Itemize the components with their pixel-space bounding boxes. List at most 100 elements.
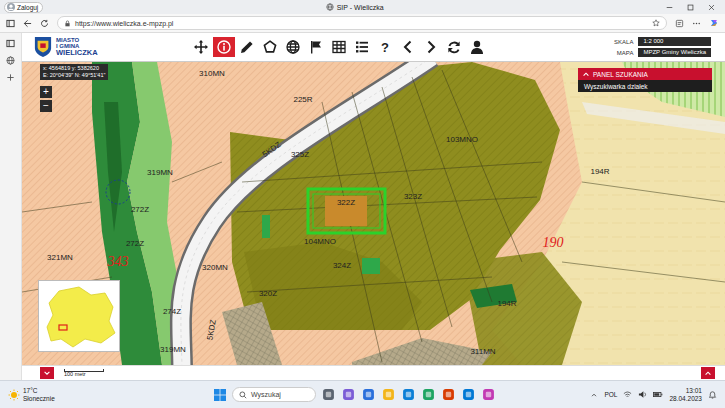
tool-button[interactable] xyxy=(236,37,258,57)
speaker-icon[interactable] xyxy=(638,390,647,399)
sidebar-toggle-icon[interactable] xyxy=(6,19,15,28)
expand-top-button[interactable] xyxy=(701,367,715,379)
zoom-in-button[interactable]: + xyxy=(40,86,52,98)
zone-label[interactable]: 322Z xyxy=(337,199,355,207)
add-icon[interactable] xyxy=(6,73,15,82)
notifications-icon[interactable] xyxy=(708,390,717,399)
tool-button[interactable] xyxy=(397,37,419,57)
minimize-icon[interactable] xyxy=(666,4,673,11)
app-8-icon[interactable] xyxy=(482,388,495,401)
tool-button[interactable] xyxy=(282,37,304,57)
zone-label[interactable]: 225R xyxy=(293,96,312,104)
tool-12-icon[interactable] xyxy=(470,40,484,54)
taskbar-search[interactable]: Wyszukaj xyxy=(232,387,316,402)
zoom-out-button[interactable]: − xyxy=(40,100,52,112)
wifi-icon[interactable] xyxy=(623,390,632,399)
zone-label[interactable]: 103MNO xyxy=(446,136,478,144)
zone-label[interactable]: 272Z xyxy=(131,206,149,214)
scale-value[interactable]: 1:2 000 xyxy=(638,37,711,46)
globe-icon[interactable] xyxy=(6,56,15,65)
app-7-icon[interactable] xyxy=(462,388,475,401)
expand-bottom-button[interactable] xyxy=(40,367,54,379)
tool-button[interactable] xyxy=(190,37,212,57)
zone-label[interactable]: 320Z xyxy=(259,290,277,298)
zone-label[interactable]: 310MN xyxy=(199,70,225,78)
tool-6-icon[interactable] xyxy=(332,40,346,54)
maximize-icon[interactable] xyxy=(687,4,694,11)
map-select[interactable]: MPZP Gminy Wieliczka xyxy=(638,48,711,57)
battery-icon[interactable] xyxy=(653,390,663,399)
zone-label[interactable]: 104MNO xyxy=(304,238,336,246)
help-glyph[interactable]: ? xyxy=(381,40,389,55)
zone-label[interactable]: 190 xyxy=(543,236,564,250)
logo[interactable]: MIASTOI GMINAWIELICZKA xyxy=(22,36,182,58)
tool-0-icon[interactable] xyxy=(194,40,208,54)
zone-label[interactable]: 320MN xyxy=(202,264,228,272)
tool-button[interactable] xyxy=(259,37,281,57)
chevron-up-icon[interactable] xyxy=(704,369,712,377)
zone-label[interactable]: 194R xyxy=(590,168,609,176)
close-icon[interactable] xyxy=(708,4,715,11)
tool-button[interactable] xyxy=(420,37,442,57)
map-view[interactable]: 310MN 225R 103MNO 319MN 325Z 322Z 323Z 194R 190 1… xyxy=(22,62,725,365)
start-icon[interactable] xyxy=(214,389,226,401)
tool-10-icon[interactable] xyxy=(424,40,438,54)
date[interactable]: 28.04.2023 xyxy=(669,395,702,403)
tool-button[interactable] xyxy=(351,37,373,57)
tool-9-icon[interactable] xyxy=(401,40,415,54)
tabs-icon[interactable] xyxy=(6,39,15,48)
zone-label[interactable]: 323Z xyxy=(404,193,422,201)
zone-label[interactable]: 325Z xyxy=(291,151,309,159)
weather-widget[interactable]: 17°CSłonecznie xyxy=(8,387,208,402)
zone-label[interactable]: 272Z xyxy=(126,240,144,248)
tab-title[interactable]: SIP - Wieliczka xyxy=(337,4,384,11)
avatar-icon[interactable] xyxy=(7,3,15,11)
more-icon[interactable] xyxy=(692,19,701,28)
zone-label[interactable]: 321MN xyxy=(47,254,73,262)
tool-button[interactable] xyxy=(443,37,465,57)
zone-label[interactable]: 319MN xyxy=(160,346,186,354)
url-text[interactable]: https://www.wieliczka.e-mpzp.pl xyxy=(75,20,173,27)
search-placeholder[interactable]: Wyszukaj xyxy=(251,391,281,398)
app-3-icon[interactable] xyxy=(382,388,395,401)
tool-4-icon[interactable] xyxy=(286,40,300,54)
search-panel-header[interactable]: PANEL SZUKANIA xyxy=(578,68,712,80)
clock[interactable]: 13:0128.04.2023 xyxy=(669,387,702,403)
tool-button[interactable] xyxy=(213,37,235,57)
profile-button[interactable]: Zaloguj xyxy=(4,2,43,13)
show-hidden-icon[interactable] xyxy=(590,391,598,399)
overview-map[interactable] xyxy=(38,280,120,352)
zone-label[interactable]: 274Z xyxy=(163,308,181,316)
zone-label[interactable]: 343 xyxy=(108,255,129,269)
tool-11-icon[interactable] xyxy=(447,40,461,54)
tool-5-icon[interactable] xyxy=(309,40,323,54)
copilot-icon[interactable] xyxy=(709,18,719,28)
tool-3-icon[interactable] xyxy=(263,40,277,54)
language-indicator[interactable]: POL xyxy=(604,391,617,398)
tool-button[interactable] xyxy=(466,37,488,57)
collections-icon[interactable] xyxy=(675,19,684,28)
tool-button[interactable] xyxy=(328,37,350,57)
app-0-icon[interactable] xyxy=(322,388,335,401)
tool-button[interactable] xyxy=(305,37,327,57)
reload-icon[interactable] xyxy=(40,19,49,28)
profile-label[interactable]: Zaloguj xyxy=(17,4,38,11)
tool-1-icon[interactable] xyxy=(217,40,231,54)
app-2-icon[interactable] xyxy=(362,388,375,401)
browser-tab[interactable]: SIP - Wieliczka xyxy=(326,3,384,11)
app-1-icon[interactable] xyxy=(342,388,355,401)
zone-label[interactable]: 319MN xyxy=(147,169,173,177)
address-field[interactable]: https://www.wieliczka.e-mpzp.pl xyxy=(57,16,667,30)
search-panel-title[interactable]: PANEL SZUKANIA xyxy=(593,71,648,78)
app-6-icon[interactable] xyxy=(442,388,455,401)
tool-7-icon[interactable] xyxy=(355,40,369,54)
zone-label[interactable]: 324Z xyxy=(333,262,351,270)
zone-label[interactable]: 311MN xyxy=(470,348,495,356)
tool-button[interactable]: ? xyxy=(374,37,396,57)
tool-2-icon[interactable] xyxy=(240,40,254,54)
collapse-icon[interactable] xyxy=(582,70,590,78)
back-icon[interactable] xyxy=(23,19,32,28)
parcel-search-link[interactable]: Wyszukiwarka działek xyxy=(578,80,712,92)
app-4-icon[interactable] xyxy=(402,388,415,401)
app-5-icon[interactable] xyxy=(422,388,435,401)
